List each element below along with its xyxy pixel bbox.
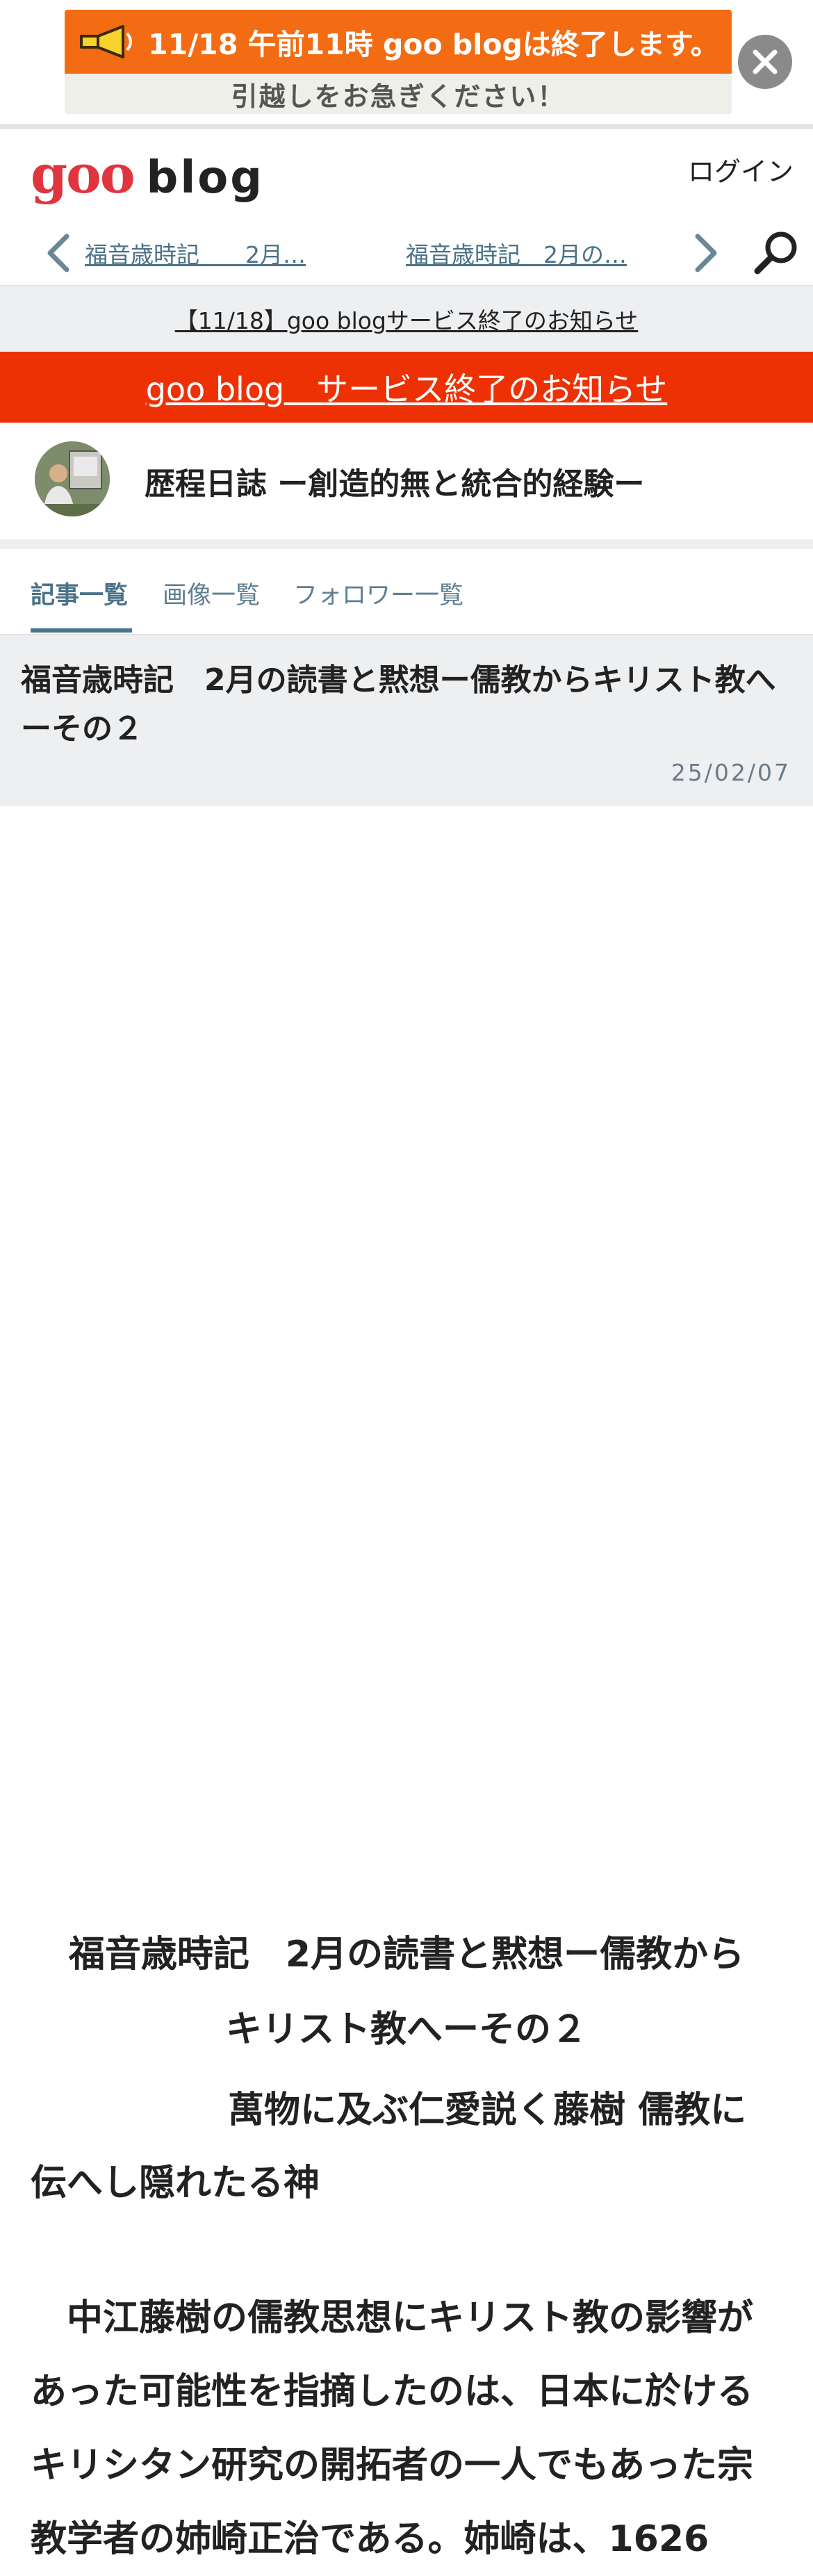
chevron-right-icon[interactable] (688, 232, 723, 274)
announcement-banner-area: 11/18 午前11時 goo blogは終了します。 引越しをお急ぎください！ (0, 0, 813, 124)
article-title-line-1: 福音歳時記 2月の読書と黙想ー儒教から (68, 1934, 745, 1975)
article-title-line-2: キリスト教へーその２ (225, 2009, 587, 2051)
tab-images[interactable]: 画像一覧 (163, 576, 260, 611)
prev-article-link[interactable]: 福音歳時記 2月… (85, 236, 306, 270)
site-header: goo blog ログイン 福音歳時記 2月… 福音歳時記 2月の… (0, 129, 813, 285)
logo-goo-text: goo (31, 143, 136, 205)
logo-blog-text: blog (146, 152, 265, 204)
article-title: 福音歳時記 2月の読書と黙想ー儒教から キリスト教へーその２ (31, 1917, 782, 2067)
active-tab-indicator (31, 628, 132, 633)
service-end-notice-red-link[interactable]: goo blog サービス終了のお知らせ (146, 364, 668, 410)
notice-bar-red: goo blog サービス終了のお知らせ (0, 352, 813, 423)
blog-tabs: 記事一覧 画像一覧 フォロワー一覧 (0, 549, 813, 635)
banner-line-1: 11/18 午前11時 goo blogは終了します。 (148, 28, 719, 61)
goo-blog-logo[interactable]: goo blog (31, 143, 264, 205)
service-end-banner[interactable]: 11/18 午前11時 goo blogは終了します。 引越しをお急ぎください！ (65, 10, 732, 114)
header-divider (0, 124, 813, 129)
banner-top-strip: 11/18 午前11時 goo blogは終了します。 (65, 10, 732, 74)
article-paragraph: 中江藤樹の儒教思想にキリスト教の影響があった可能性を指摘したのは、日本に於けるキ… (31, 2297, 754, 2560)
avatar-image (35, 441, 110, 516)
next-article-link[interactable]: 福音歳時記 2月の… (406, 236, 627, 270)
search-icon[interactable] (753, 229, 800, 277)
banner-line-2: 引越しをお急ぎください！ (65, 74, 732, 114)
megaphone-icon (80, 25, 133, 58)
close-banner-button[interactable] (738, 35, 792, 89)
chevron-left-icon[interactable] (42, 232, 76, 274)
blog-header: 歴程日誌 ー創造的無と統合的経験ー (0, 423, 813, 549)
entry-title: 福音歳時記 2月の読書と黙想ー儒教からキリスト教へーその２ (21, 662, 776, 747)
article-navigation: 福音歳時記 2月… 福音歳時記 2月の… (0, 215, 813, 285)
login-button[interactable]: ログイン (688, 150, 794, 188)
haiku-line-1: 萬物に及ぶ仁愛説く藤樹 儒教に (228, 2089, 747, 2131)
notice-bar-gray: 【11/18】goo blogサービス終了のお知らせ (0, 285, 813, 352)
blog-title[interactable]: 歴程日誌 ー創造的無と統合的経験ー (145, 459, 644, 503)
close-icon (753, 49, 778, 74)
service-end-notice-link[interactable]: 【11/18】goo blogサービス終了のお知らせ (175, 302, 639, 336)
entry-date: 25/02/07 (671, 759, 791, 786)
entry-header: 福音歳時記 2月の読書と黙想ー儒教からキリスト教へーその２ 25/02/07 (0, 635, 813, 806)
haiku-line-2: 伝へし隠れたる神 (31, 2162, 320, 2204)
tab-followers[interactable]: フォロワー一覧 (293, 576, 463, 611)
avatar[interactable] (35, 441, 110, 516)
tab-articles[interactable]: 記事一覧 (31, 576, 128, 611)
